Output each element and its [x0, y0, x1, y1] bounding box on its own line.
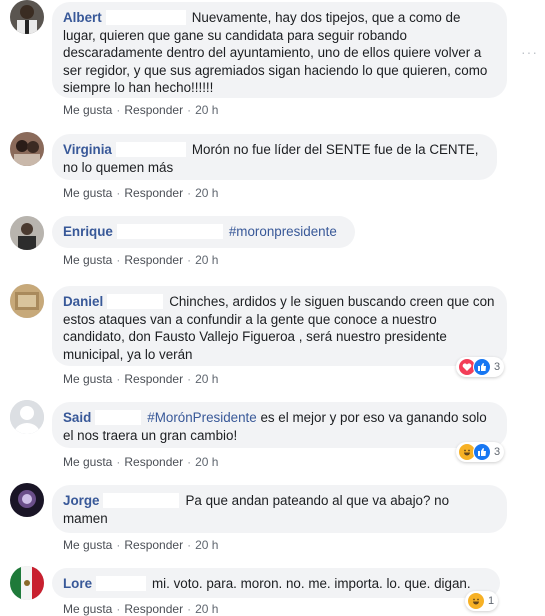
commenter-name[interactable]: Enrique: [63, 224, 113, 239]
reactions-summary[interactable]: 3: [456, 442, 505, 462]
comment-bubble: Albert Nuevamente, hay dos tipejos, que a…: [52, 2, 507, 98]
commenter-name[interactable]: Virginia: [63, 142, 112, 157]
comment-bubble: Said #MorónPresidente es el mejor y por e…: [52, 402, 507, 448]
commenter-name[interactable]: Said: [63, 410, 91, 425]
commenter-name[interactable]: Daniel: [63, 294, 103, 309]
like-icon: [473, 443, 491, 461]
more-options-icon[interactable]: ···: [521, 44, 538, 60]
reply-button[interactable]: Responder: [124, 602, 183, 616]
like-button[interactable]: Me gusta: [63, 253, 112, 267]
like-button[interactable]: Me gusta: [63, 186, 112, 200]
timestamp[interactable]: 20 h: [195, 372, 218, 386]
comment-text: mi. voto. para. moron. no. me. importa. …: [152, 576, 471, 591]
reaction-count: 1: [488, 595, 495, 607]
timestamp[interactable]: 20 h: [195, 103, 218, 117]
hashtag-link[interactable]: #MorónPresidente: [147, 410, 256, 425]
reply-button[interactable]: Responder: [124, 253, 183, 267]
commenter-name[interactable]: Albert: [63, 10, 102, 25]
timestamp[interactable]: 20 h: [195, 538, 218, 552]
avatar[interactable]: [10, 400, 44, 434]
reply-button[interactable]: Responder: [124, 372, 183, 386]
reactions-summary[interactable]: 1: [465, 591, 499, 611]
avatar[interactable]: [10, 216, 44, 250]
comment-actions: Me gusta · Responder · 20 h: [63, 372, 219, 386]
avatar[interactable]: [10, 284, 44, 318]
comment-actions: Me gusta · Responder · 20 h: [63, 186, 219, 200]
comment-actions: Me gusta · Responder · 20 h: [63, 455, 219, 469]
comment-actions: Me gusta · Responder · 20 h: [63, 253, 219, 267]
commenter-name[interactable]: Lore: [63, 576, 92, 591]
comment-bubble: Daniel Chinches, ardidos y le siguen busc…: [52, 286, 507, 366]
haha-icon: [467, 592, 485, 610]
comment-actions: Me gusta · Responder · 20 h: [63, 602, 219, 616]
timestamp[interactable]: 20 h: [195, 253, 218, 267]
like-button[interactable]: Me gusta: [63, 538, 112, 552]
separator: ·: [116, 103, 121, 117]
like-button[interactable]: Me gusta: [63, 455, 112, 469]
reply-button[interactable]: Responder: [124, 186, 183, 200]
avatar[interactable]: [10, 132, 44, 166]
commenter-name[interactable]: Jorge: [63, 493, 99, 508]
timestamp[interactable]: 20 h: [195, 602, 218, 616]
like-button[interactable]: Me gusta: [63, 602, 112, 616]
reaction-count: 3: [494, 446, 501, 458]
reply-button[interactable]: Responder: [124, 538, 183, 552]
comment-bubble: Enrique #moronpresidente: [52, 216, 355, 248]
comment-actions: Me gusta · Responder · 20 h: [63, 103, 219, 117]
like-button[interactable]: Me gusta: [63, 372, 112, 386]
comment-bubble: Lore mi. voto. para. moron. no. me. impor…: [52, 568, 500, 598]
reaction-count: 3: [494, 361, 501, 373]
avatar[interactable]: [10, 483, 44, 517]
comment-bubble: Jorge Pa que andan pateando al que va aba…: [52, 485, 507, 533]
like-button[interactable]: Me gusta: [63, 103, 112, 117]
timestamp[interactable]: 20 h: [195, 186, 218, 200]
comment-bubble: Virginia Morón no fue líder del SENTE fue…: [52, 134, 497, 180]
timestamp[interactable]: 20 h: [195, 455, 218, 469]
avatar[interactable]: [10, 0, 44, 34]
like-icon: [473, 358, 491, 376]
reply-button[interactable]: Responder: [124, 455, 183, 469]
reactions-summary[interactable]: 3: [456, 357, 505, 377]
hashtag-link[interactable]: #moronpresidente: [229, 224, 337, 239]
avatar[interactable]: [10, 566, 44, 600]
comment-actions: Me gusta · Responder · 20 h: [63, 538, 219, 552]
reply-button[interactable]: Responder: [124, 103, 183, 117]
